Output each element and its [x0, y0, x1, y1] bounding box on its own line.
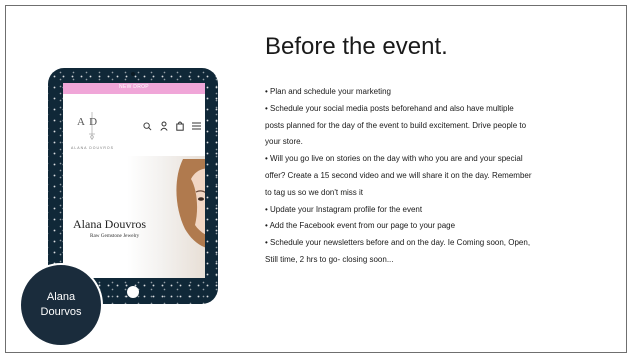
bullet-line: • Schedule your newsletters before and o… [265, 238, 531, 248]
menu-icon[interactable] [192, 122, 201, 130]
bullet-list: • Plan and schedule your marketing • Sch… [265, 84, 601, 269]
bullet-line: • Update your Instagram profile for the … [265, 204, 423, 214]
bullet-line: posts planned for the day of the event t… [265, 120, 527, 130]
bullet-line: • Plan and schedule your marketing [265, 87, 391, 96]
site-nav-icons [143, 121, 201, 131]
bullet-line: to tag us so we don't miss it [265, 187, 364, 197]
bullet-line: • Add the Facebook event from our page t… [265, 221, 456, 231]
camera-dot [131, 72, 135, 76]
hero-title: Alana Douvros [73, 217, 146, 231]
logo-subtitle: ALANA DOUVROS [71, 146, 114, 150]
hero-subtitle: Raw Gemstone Jewelry [90, 233, 140, 239]
logo-initials: A D [77, 116, 99, 128]
badge-last-name: Dourvos [40, 306, 82, 318]
promo-bar: NEW DROP [63, 83, 205, 94]
badge-first-name: Alana [46, 291, 76, 303]
bullet-line: • Will you go live on stories on the day… [265, 154, 523, 164]
search-icon[interactable] [143, 121, 152, 131]
promo-text: NEW DROP [119, 84, 149, 90]
account-icon[interactable] [160, 121, 168, 131]
home-button [127, 286, 139, 298]
slide-heading: Before the event. [265, 33, 448, 60]
cart-icon[interactable] [176, 121, 184, 131]
bullet-line: offer? Create a 15 second video and we w… [265, 170, 532, 180]
name-badge: Alana Dourvos [19, 263, 103, 347]
slide: NEW DROP A D ALANA DOUVROS Alana Douvros… [0, 0, 633, 359]
bullet-line: Still time, 2 hrs to go- closing soon... [265, 254, 394, 264]
bullet-line: your store. [265, 137, 303, 147]
bullet-line: • Schedule your social media posts befor… [265, 103, 514, 113]
tablet-screen: NEW DROP A D ALANA DOUVROS Alana Douvros… [63, 83, 205, 278]
